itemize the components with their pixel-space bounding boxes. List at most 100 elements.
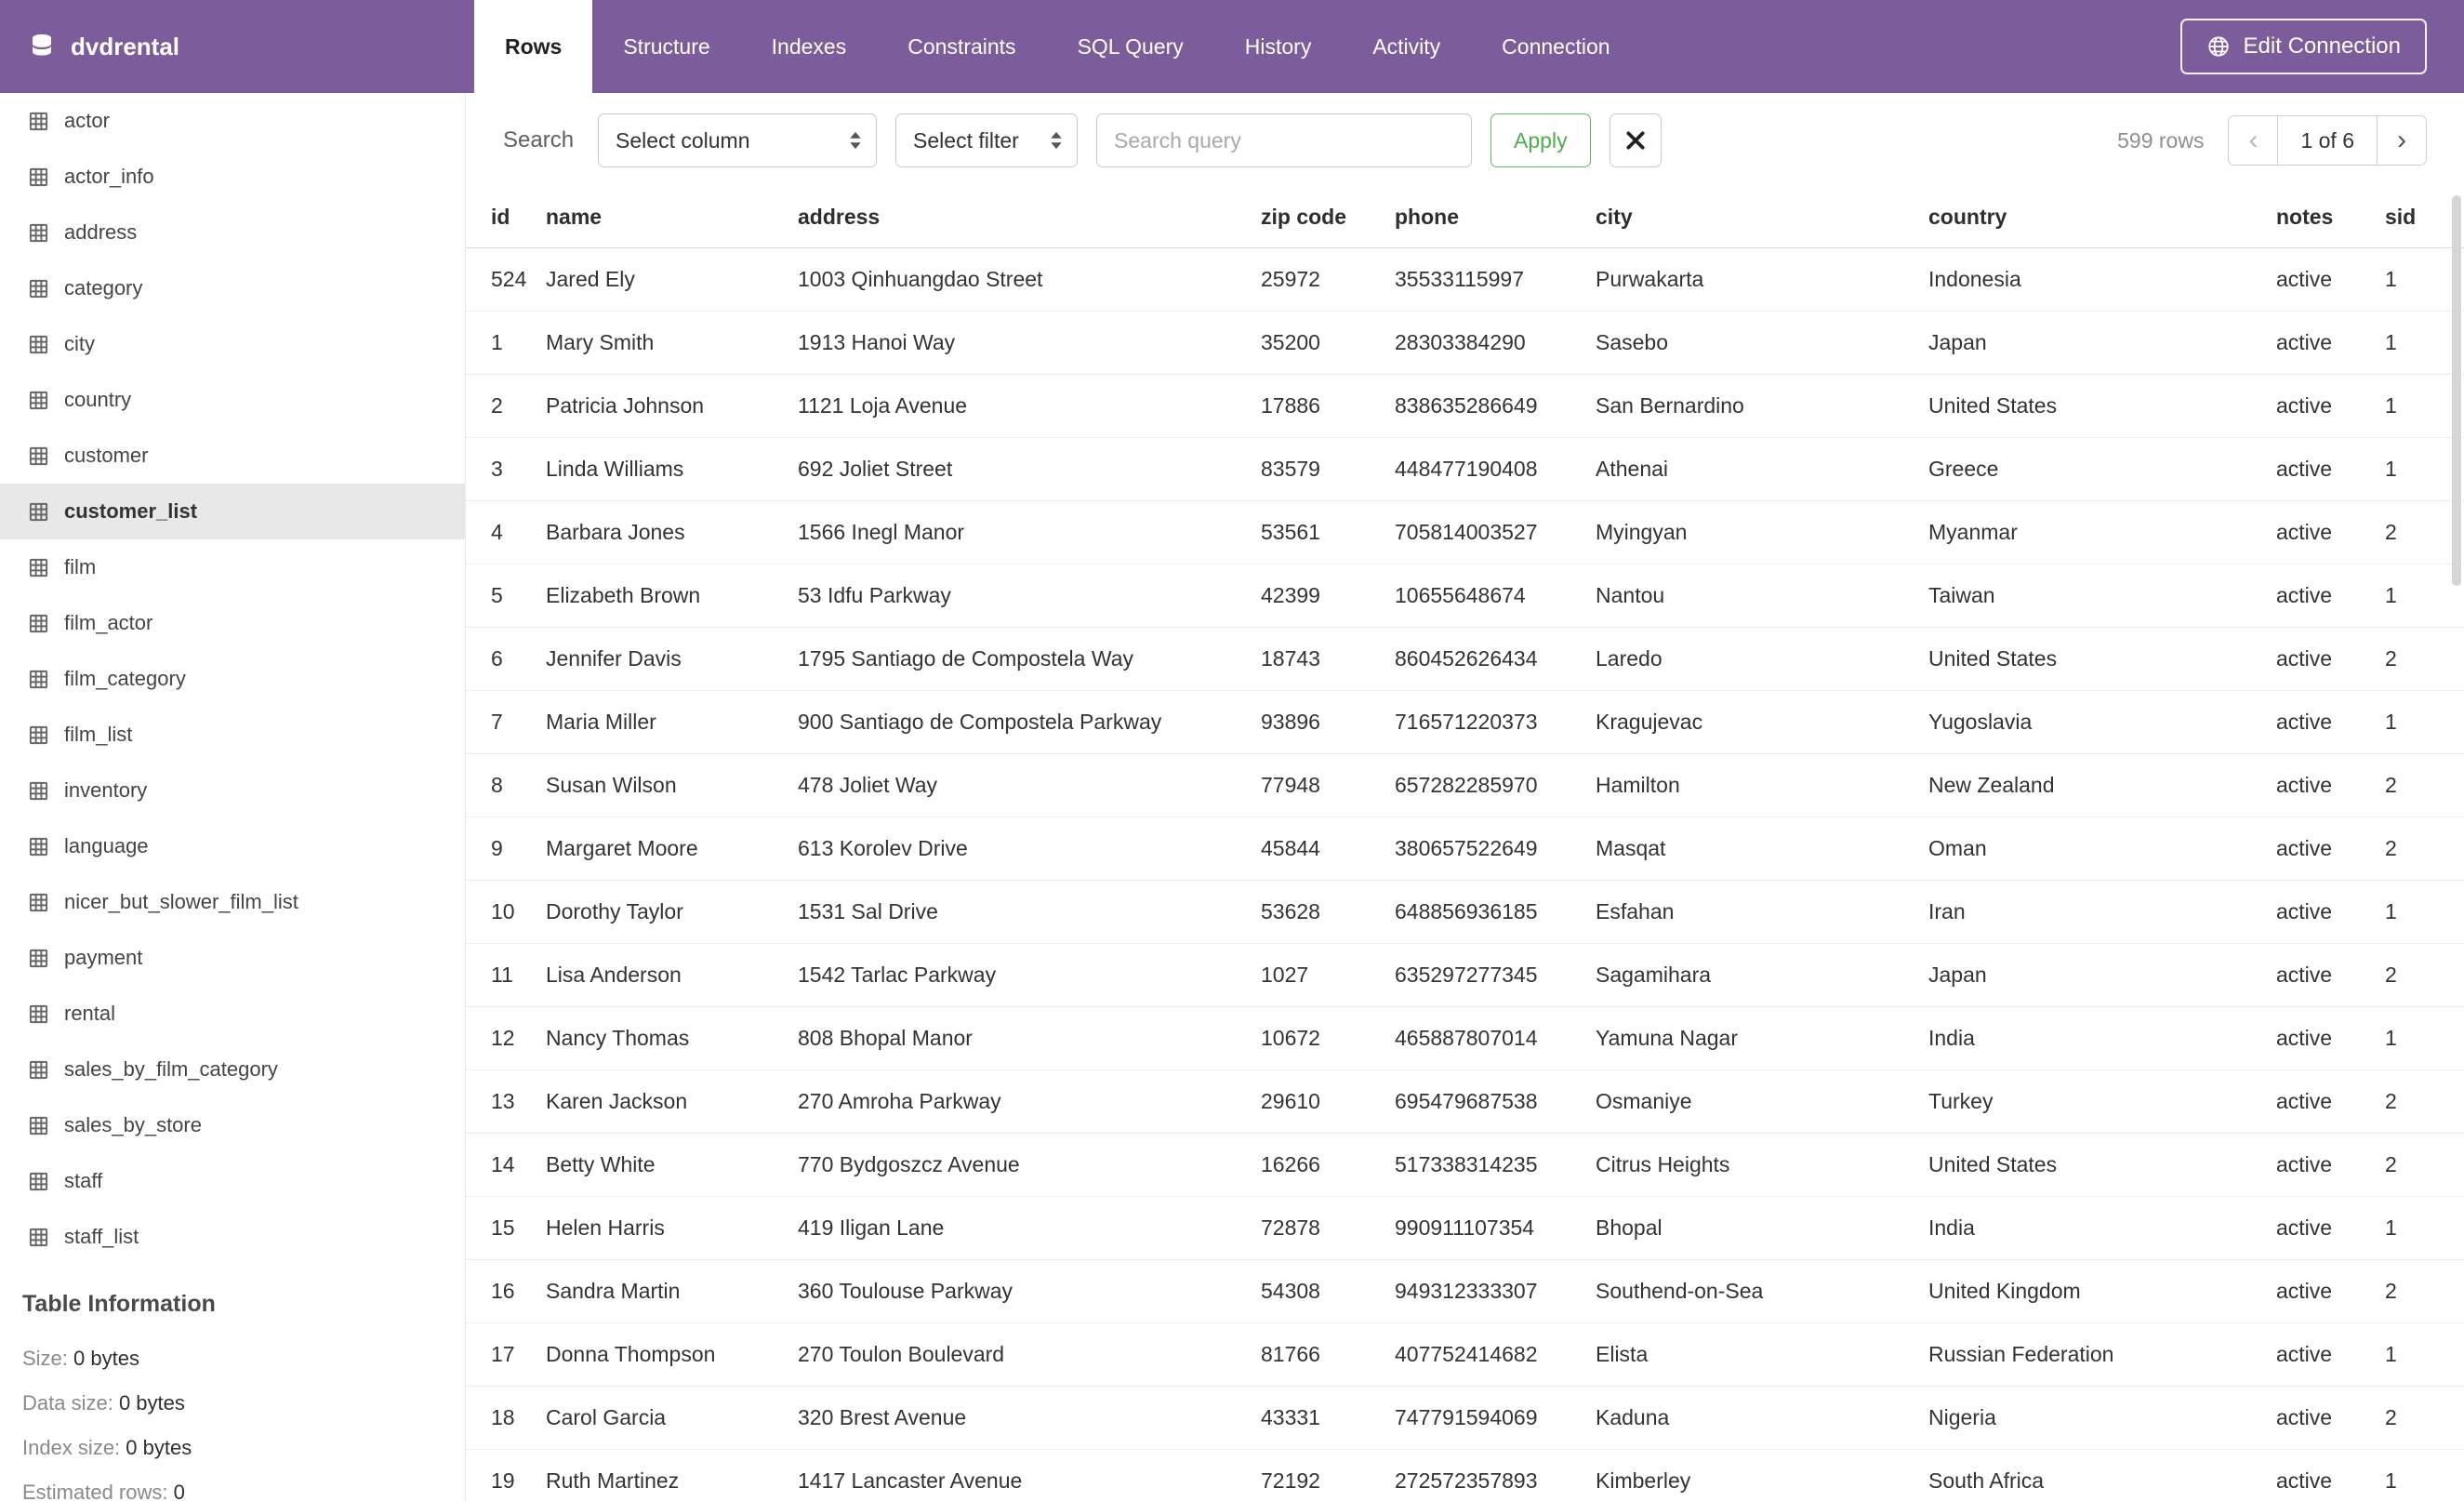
table-row[interactable]: 19 Ruth Martinez 1417 Lancaster Avenue 7219… bbox=[466, 1449, 2464, 1501]
table-row[interactable]: 12 Nancy Thomas 808 Bhopal Manor 10672 46588… bbox=[466, 1006, 2464, 1070]
table-cell: active bbox=[2276, 1133, 2385, 1197]
apply-button[interactable]: Apply bbox=[1490, 113, 1591, 167]
table-cell: Betty White bbox=[546, 1133, 798, 1197]
table-cell: South Africa bbox=[1928, 1449, 2276, 1501]
column-header-phone[interactable]: phone bbox=[1395, 188, 1596, 248]
table-grid-icon bbox=[28, 1171, 49, 1192]
sidebar-item-address[interactable]: address bbox=[0, 205, 465, 260]
tab-constraints[interactable]: Constraints bbox=[877, 0, 1046, 93]
filter-select[interactable]: Select filter bbox=[895, 113, 1079, 167]
sidebar-item-language[interactable]: language bbox=[0, 818, 465, 874]
sidebar-item-customer[interactable]: customer bbox=[0, 428, 465, 484]
tab-structure[interactable]: Structure bbox=[592, 0, 740, 93]
column-header-country[interactable]: country bbox=[1928, 188, 2276, 248]
sidebar-item-actor_info[interactable]: actor_info bbox=[0, 149, 465, 205]
table-row[interactable]: 13 Karen Jackson 270 Amroha Parkway 29610 69… bbox=[466, 1069, 2464, 1134]
column-header-name[interactable]: name bbox=[546, 188, 798, 248]
sidebar-item-staff[interactable]: staff bbox=[0, 1153, 465, 1209]
sidebar-item-label: country bbox=[64, 388, 132, 411]
table-row[interactable]: 17 Donna Thompson 270 Toulon Boulevard 8176… bbox=[466, 1322, 2464, 1387]
column-header-address[interactable]: address bbox=[798, 188, 1261, 248]
table-cell: active bbox=[2276, 753, 2385, 817]
table-row[interactable]: 1 Mary Smith 1913 Hanoi Way 35200 2830338429… bbox=[466, 311, 2464, 375]
table-row[interactable]: 11 Lisa Anderson 1542 Tarlac Parkway 1027 63… bbox=[466, 943, 2464, 1007]
search-query-input[interactable] bbox=[1096, 113, 1473, 167]
sidebar-item-category[interactable]: category bbox=[0, 260, 465, 316]
table-row[interactable]: 4 Barbara Jones 1566 Inegl Manor 53561 70581… bbox=[466, 500, 2464, 565]
table-info-rows: Size: 0 bytes Data size: 0 bytes Index siz… bbox=[22, 1336, 437, 1501]
table-row[interactable]: 8 Susan Wilson 478 Joliet Way 77948 65728228… bbox=[466, 753, 2464, 817]
sidebar-item-sales_by_store[interactable]: sales_by_store bbox=[0, 1097, 465, 1153]
column-select[interactable]: Select column bbox=[598, 113, 878, 167]
sidebar-item-nicer_but_slower_film_list[interactable]: nicer_but_slower_film_list bbox=[0, 874, 465, 930]
next-page-button[interactable]: › bbox=[2377, 115, 2427, 166]
sidebar-item-staff_list[interactable]: staff_list bbox=[0, 1209, 465, 1265]
sidebar-item-rental[interactable]: rental bbox=[0, 986, 465, 1042]
sidebar-item-label: sales_by_film_category bbox=[64, 1057, 278, 1081]
sidebar-item-payment[interactable]: payment bbox=[0, 930, 465, 986]
table-row[interactable]: 10 Dorothy Taylor 1531 Sal Drive 53628 64885… bbox=[466, 880, 2464, 944]
sidebar-item-sales_by_film_category[interactable]: sales_by_film_category bbox=[0, 1042, 465, 1097]
table-cell: active bbox=[2276, 627, 2385, 691]
scrollbar-thumb[interactable] bbox=[2452, 195, 2461, 586]
tab-rows[interactable]: Rows bbox=[474, 0, 593, 93]
sidebar-item-film_list[interactable]: film_list bbox=[0, 707, 465, 763]
table-cell: 53 Idfu Parkway bbox=[798, 564, 1261, 628]
sidebar-item-film[interactable]: film bbox=[0, 539, 465, 595]
clear-search-button[interactable] bbox=[1609, 113, 1662, 167]
table-cell: 1795 Santiago de Compostela Way bbox=[798, 627, 1261, 691]
table-grid-icon bbox=[28, 1003, 49, 1025]
table-cell: 517338314235 bbox=[1395, 1133, 1596, 1197]
tab-indexes[interactable]: Indexes bbox=[741, 0, 878, 93]
table-row[interactable]: 9 Margaret Moore 613 Korolev Drive 45844 380… bbox=[466, 817, 2464, 881]
sidebar-item-city[interactable]: city bbox=[0, 316, 465, 372]
column-header-city[interactable]: city bbox=[1596, 188, 1928, 248]
column-header-notes[interactable]: notes bbox=[2276, 188, 2385, 248]
sidebar-item-actor[interactable]: actor bbox=[0, 93, 465, 149]
sidebar-item-label: customer_list bbox=[64, 499, 198, 523]
table-row[interactable]: 15 Helen Harris 419 Iligan Lane 72878 990911… bbox=[466, 1196, 2464, 1260]
sidebar-item-customer_list[interactable]: customer_list bbox=[0, 484, 465, 539]
table-cell: 5 bbox=[466, 564, 546, 628]
table-cell: 900 Santiago de Compostela Parkway bbox=[798, 690, 1261, 754]
sidebar-item-film_actor[interactable]: film_actor bbox=[0, 595, 465, 651]
table-row[interactable]: 14 Betty White 770 Bydgoszcz Avenue 16266 51… bbox=[466, 1133, 2464, 1197]
table-row[interactable]: 5 Elizabeth Brown 53 Idfu Parkway 42399 1065… bbox=[466, 564, 2464, 628]
edit-connection-button[interactable]: Edit Connection bbox=[2179, 19, 2427, 74]
column-header-zip-code[interactable]: zip code bbox=[1261, 188, 1395, 248]
sidebar-item-film_category[interactable]: film_category bbox=[0, 651, 465, 707]
sidebar-item-label: film bbox=[64, 555, 97, 578]
vertical-scrollbar[interactable] bbox=[2449, 188, 2464, 1501]
table-cell: Maria Miller bbox=[546, 690, 798, 754]
table-cell: 478 Joliet Way bbox=[798, 753, 1261, 817]
table-cell: Taiwan bbox=[1928, 564, 2276, 628]
pagination: ‹ 1 of 6 › bbox=[2228, 115, 2427, 166]
sidebar-item-country[interactable]: country bbox=[0, 372, 465, 428]
table-row[interactable]: 524 Jared Ely 1003 Qinhuangdao Street 25972… bbox=[466, 247, 2464, 312]
table-row[interactable]: 2 Patricia Johnson 1121 Loja Avenue 17886 83… bbox=[466, 374, 2464, 438]
table-grid-icon bbox=[28, 222, 49, 244]
previous-page-button[interactable]: ‹ bbox=[2228, 115, 2279, 166]
table-cell: Kaduna bbox=[1596, 1386, 1928, 1450]
table-cell: 7 bbox=[466, 690, 546, 754]
table-cell: Nigeria bbox=[1928, 1386, 2276, 1450]
table-row[interactable]: 16 Sandra Martin 360 Toulouse Parkway 54308… bbox=[466, 1259, 2464, 1323]
table-row[interactable]: 3 Linda Williams 692 Joliet Street 83579 448… bbox=[466, 437, 2464, 501]
sidebar-item-inventory[interactable]: inventory bbox=[0, 763, 465, 818]
tab-activity[interactable]: Activity bbox=[1342, 0, 1471, 93]
table-row[interactable]: 7 Maria Miller 900 Santiago de Compostela … bbox=[466, 690, 2464, 754]
grid-header-row: id name address zip code phone city country not… bbox=[466, 188, 2464, 248]
table-info-row: Index size: 0 bytes bbox=[22, 1436, 192, 1459]
tab-history[interactable]: History bbox=[1214, 0, 1343, 93]
table-grid-icon bbox=[28, 557, 49, 578]
column-header-id[interactable]: id bbox=[466, 188, 546, 248]
row-count: 599 rows bbox=[2117, 127, 2205, 153]
table-row[interactable]: 18 Carol Garcia 320 Brest Avenue 43331 74779… bbox=[466, 1386, 2464, 1450]
table-cell: active bbox=[2276, 247, 2385, 312]
table-cell: Masqat bbox=[1596, 817, 1928, 881]
table-row[interactable]: 6 Jennifer Davis 1795 Santiago de Composte… bbox=[466, 627, 2464, 691]
table-cell: Barbara Jones bbox=[546, 500, 798, 565]
tab-connection[interactable]: Connection bbox=[1471, 0, 1640, 93]
table-cell: 1542 Tarlac Parkway bbox=[798, 943, 1261, 1007]
tab-sql-query[interactable]: SQL Query bbox=[1047, 0, 1214, 93]
